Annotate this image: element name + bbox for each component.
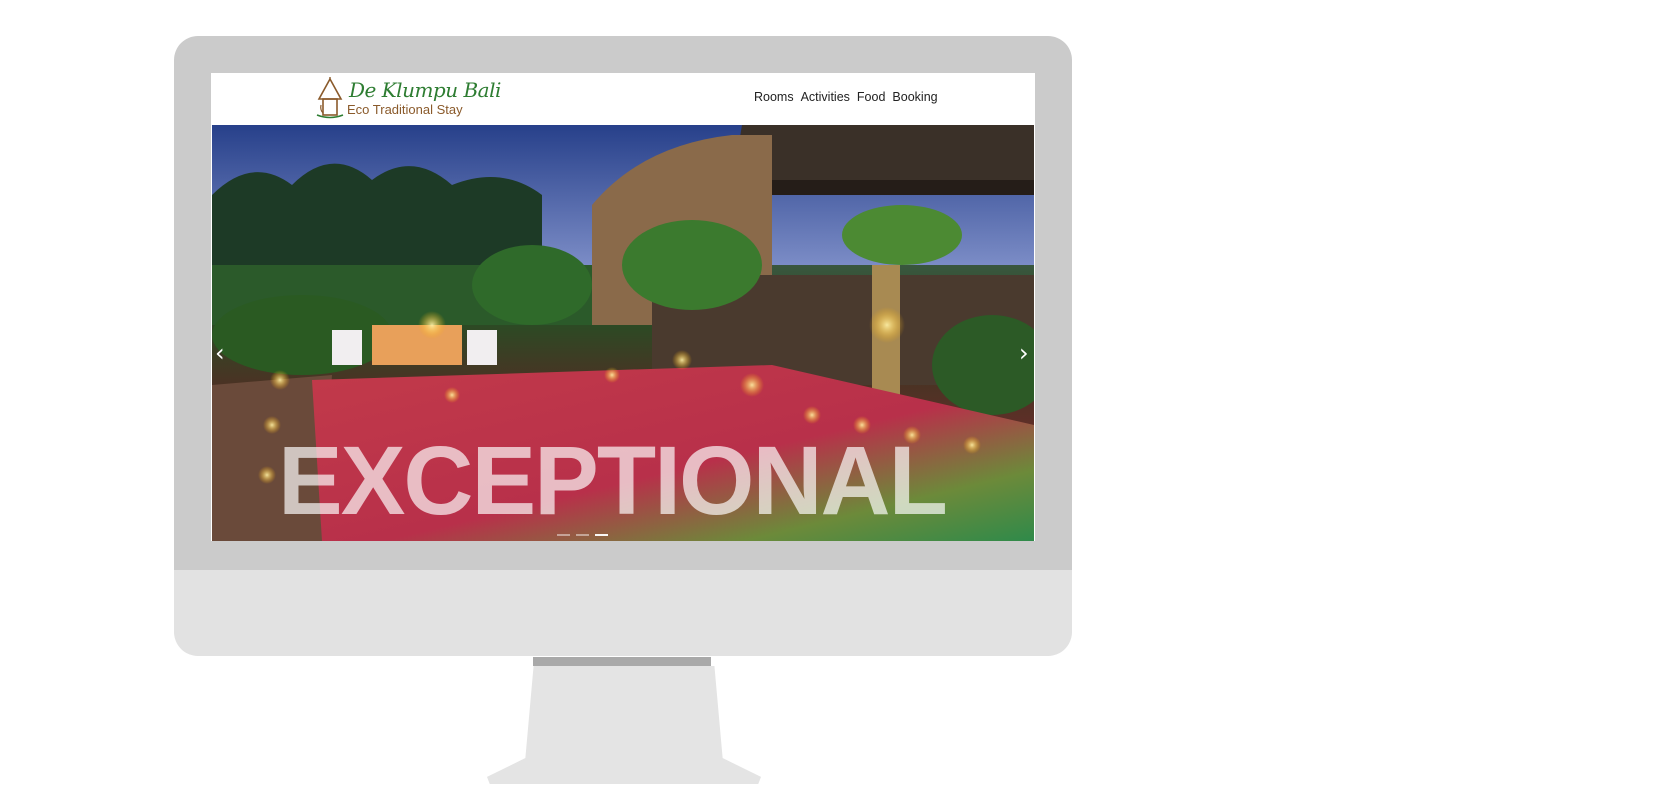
nav-link-rooms[interactable]: Rooms	[754, 90, 794, 104]
site-header: De Klumpu Bali Eco Traditional Stay Room…	[211, 73, 1035, 124]
carousel-dot-1[interactable]	[557, 534, 570, 536]
site-logo[interactable]: De Klumpu Bali Eco Traditional Stay	[316, 77, 501, 121]
carousel-dot-2[interactable]	[576, 534, 589, 536]
monitor-chin	[174, 570, 1072, 656]
logo-name: De Klumpu Bali	[349, 78, 501, 102]
nav-link-food[interactable]: Food	[857, 90, 886, 104]
chevron-left-icon[interactable]: ‹	[215, 341, 225, 365]
hut-icon	[316, 77, 344, 119]
carousel-dot-3[interactable]	[595, 534, 608, 536]
nav-link-booking[interactable]: Booking	[892, 90, 937, 104]
monitor-screen: De Klumpu Bali Eco Traditional Stay Room…	[211, 73, 1035, 541]
monitor-neck	[533, 657, 711, 666]
nav-link-activities[interactable]: Activities	[801, 90, 850, 104]
hero-headline: EXCEPTIONAL	[278, 426, 948, 535]
main-nav: Rooms Activities Food Booking	[754, 90, 938, 104]
carousel-indicators	[557, 534, 608, 536]
monitor-stand	[487, 666, 761, 784]
hero-carousel: EXCEPTIONAL ‹ ›	[212, 125, 1034, 541]
logo-tagline: Eco Traditional Stay	[347, 102, 463, 117]
chevron-right-icon[interactable]: ›	[1019, 341, 1029, 365]
